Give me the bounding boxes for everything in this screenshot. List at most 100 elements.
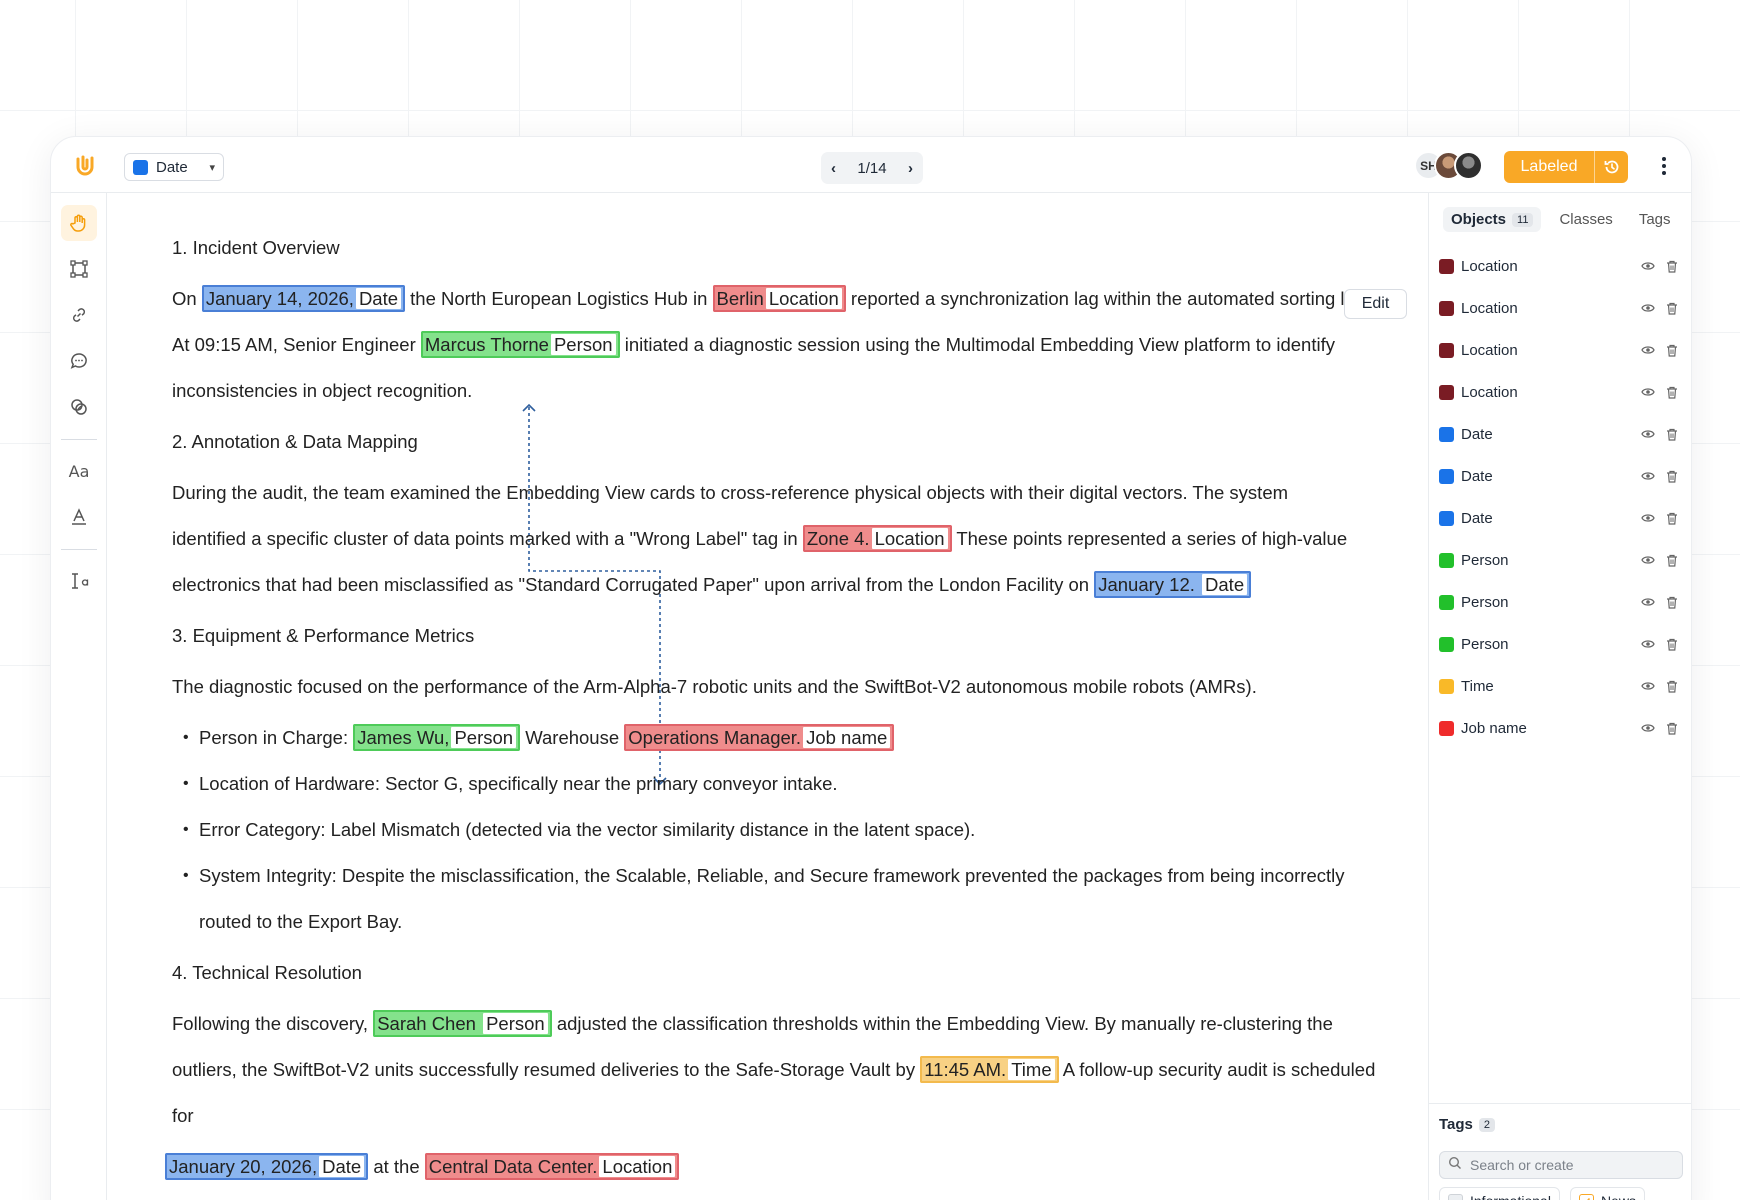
- paragraph-line: identified a specific cluster of data po…: [172, 524, 1347, 554]
- next-page-icon[interactable]: ›: [908, 160, 913, 177]
- eye-icon[interactable]: [1636, 344, 1660, 356]
- tag-chip[interactable]: News: [1569, 1187, 1645, 1200]
- text: reported a synchronization lag within th…: [845, 288, 1381, 309]
- class-select-dropdown[interactable]: Date ▾: [124, 153, 224, 181]
- trash-icon[interactable]: [1660, 344, 1684, 357]
- checkbox-checked-icon[interactable]: [1578, 1193, 1594, 1200]
- more-options-icon[interactable]: [1654, 153, 1674, 179]
- object-list-item[interactable]: Location: [1439, 329, 1684, 371]
- history-icon[interactable]: [1594, 151, 1628, 183]
- text-cursor-icon[interactable]: [61, 563, 97, 599]
- avatar[interactable]: [1454, 151, 1483, 180]
- object-list-item[interactable]: Date: [1439, 413, 1684, 455]
- app-logo-icon[interactable]: [71, 151, 99, 179]
- tag-search-box: [1439, 1151, 1683, 1179]
- eye-icon[interactable]: [1636, 554, 1660, 566]
- object-list-item[interactable]: Job name: [1439, 707, 1684, 749]
- eye-icon[interactable]: [1636, 260, 1660, 272]
- trash-icon[interactable]: [1660, 638, 1684, 651]
- trash-icon[interactable]: [1660, 260, 1684, 273]
- object-label: Location: [1461, 383, 1518, 401]
- object-label: Location: [1461, 341, 1518, 359]
- trash-icon[interactable]: [1660, 470, 1684, 483]
- object-label: Location: [1461, 299, 1518, 317]
- entity-text: Central Data Center.: [428, 1156, 598, 1177]
- trash-icon[interactable]: [1660, 680, 1684, 693]
- tag-search-input[interactable]: [1470, 1157, 1670, 1173]
- tab-classes[interactable]: Classes: [1551, 207, 1620, 232]
- trash-icon[interactable]: [1660, 428, 1684, 441]
- document-pane: 1. Incident Overview On January 14, 2026…: [108, 193, 1428, 1200]
- entity-job-name[interactable]: Operations Manager. Job name: [624, 724, 895, 751]
- prev-page-icon[interactable]: ‹: [831, 160, 836, 177]
- bounding-box-icon[interactable]: [61, 251, 97, 287]
- tags-title-label: Tags: [1439, 1116, 1473, 1133]
- trash-icon[interactable]: [1660, 722, 1684, 735]
- entity-text: Marcus Thorne: [424, 334, 549, 355]
- tab-tags[interactable]: Tags: [1631, 207, 1679, 232]
- eye-icon[interactable]: [1636, 596, 1660, 608]
- text-highlight-icon[interactable]: [61, 499, 97, 535]
- object-color-swatch: [1439, 258, 1454, 274]
- entity-date[interactable]: January 20, 2026, Date: [165, 1153, 369, 1180]
- trash-icon[interactable]: [1660, 302, 1684, 315]
- link-icon[interactable]: [61, 297, 97, 333]
- heading-4: 4. Technical Resolution: [172, 962, 362, 983]
- eye-icon[interactable]: [1636, 680, 1660, 692]
- labeled-status-button[interactable]: Labeled: [1504, 151, 1628, 183]
- checkbox-icon[interactable]: [1448, 1193, 1463, 1200]
- object-list-item[interactable]: Person: [1439, 623, 1684, 665]
- entity-location[interactable]: Central Data Center. Location: [424, 1153, 680, 1180]
- entity-date[interactable]: January 12. Date: [1094, 571, 1252, 598]
- object-list-item[interactable]: Person: [1439, 539, 1684, 581]
- object-list-item[interactable]: Location: [1439, 287, 1684, 329]
- object-list-item[interactable]: Time: [1439, 665, 1684, 707]
- object-color-swatch: [1439, 384, 1454, 400]
- entity-person[interactable]: Sarah Chen Person: [373, 1010, 552, 1037]
- trash-icon[interactable]: [1660, 596, 1684, 609]
- entity-label: Location: [871, 528, 948, 549]
- entity-label: Location: [765, 288, 842, 309]
- hand-tool-icon[interactable]: [61, 205, 97, 241]
- eye-icon[interactable]: [1636, 638, 1660, 650]
- entity-location[interactable]: Zone 4. Location: [802, 525, 952, 552]
- class-color-swatch: [133, 159, 148, 175]
- eye-icon[interactable]: [1636, 302, 1660, 314]
- eye-icon[interactable]: [1636, 470, 1660, 482]
- edit-button[interactable]: Edit: [1344, 289, 1407, 319]
- comment-icon[interactable]: [61, 343, 97, 379]
- object-label: Date: [1461, 509, 1493, 527]
- eye-icon[interactable]: [1636, 428, 1660, 440]
- object-color-swatch: [1439, 720, 1454, 736]
- object-list-item[interactable]: Date: [1439, 497, 1684, 539]
- trash-icon[interactable]: [1660, 512, 1684, 525]
- bullet-item: Error Category: Label Mismatch (detected…: [183, 815, 975, 845]
- entity-person[interactable]: James Wu, Person: [353, 724, 521, 751]
- eye-icon[interactable]: [1636, 386, 1660, 398]
- text-style-icon[interactable]: Aa: [61, 453, 97, 489]
- object-list-item[interactable]: Location: [1439, 245, 1684, 287]
- text: On: [172, 288, 202, 309]
- entity-location[interactable]: Berlin Location: [712, 285, 846, 312]
- paragraph-line: At 09:15 AM, Senior Engineer Marcus Thor…: [172, 330, 1335, 360]
- entity-person[interactable]: Marcus Thorne Person: [420, 331, 620, 358]
- overlap-icon[interactable]: [61, 389, 97, 425]
- page-indicator: 1/14: [857, 159, 887, 177]
- tab-objects[interactable]: Objects 11: [1443, 207, 1542, 232]
- tag-chip[interactable]: Informational: [1439, 1187, 1560, 1200]
- eye-icon[interactable]: [1636, 512, 1660, 524]
- entity-date[interactable]: January 14, 2026, Date: [201, 285, 406, 312]
- entity-time[interactable]: 11:45 AM. Time: [920, 1056, 1059, 1083]
- trash-icon[interactable]: [1660, 386, 1684, 399]
- text: adjusted the classification thresholds w…: [551, 1013, 1333, 1034]
- object-list-item[interactable]: Location: [1439, 371, 1684, 413]
- text: Following the discovery,: [172, 1013, 374, 1034]
- object-list-item[interactable]: Person: [1439, 581, 1684, 623]
- eye-icon[interactable]: [1636, 722, 1660, 734]
- tab-label: Objects: [1451, 211, 1507, 228]
- trash-icon[interactable]: [1660, 554, 1684, 567]
- object-label: Time: [1461, 677, 1494, 695]
- toolbar-divider: [61, 439, 97, 440]
- object-list-item[interactable]: Date: [1439, 455, 1684, 497]
- bullet-item: System Integrity: Despite the misclassif…: [183, 861, 1344, 891]
